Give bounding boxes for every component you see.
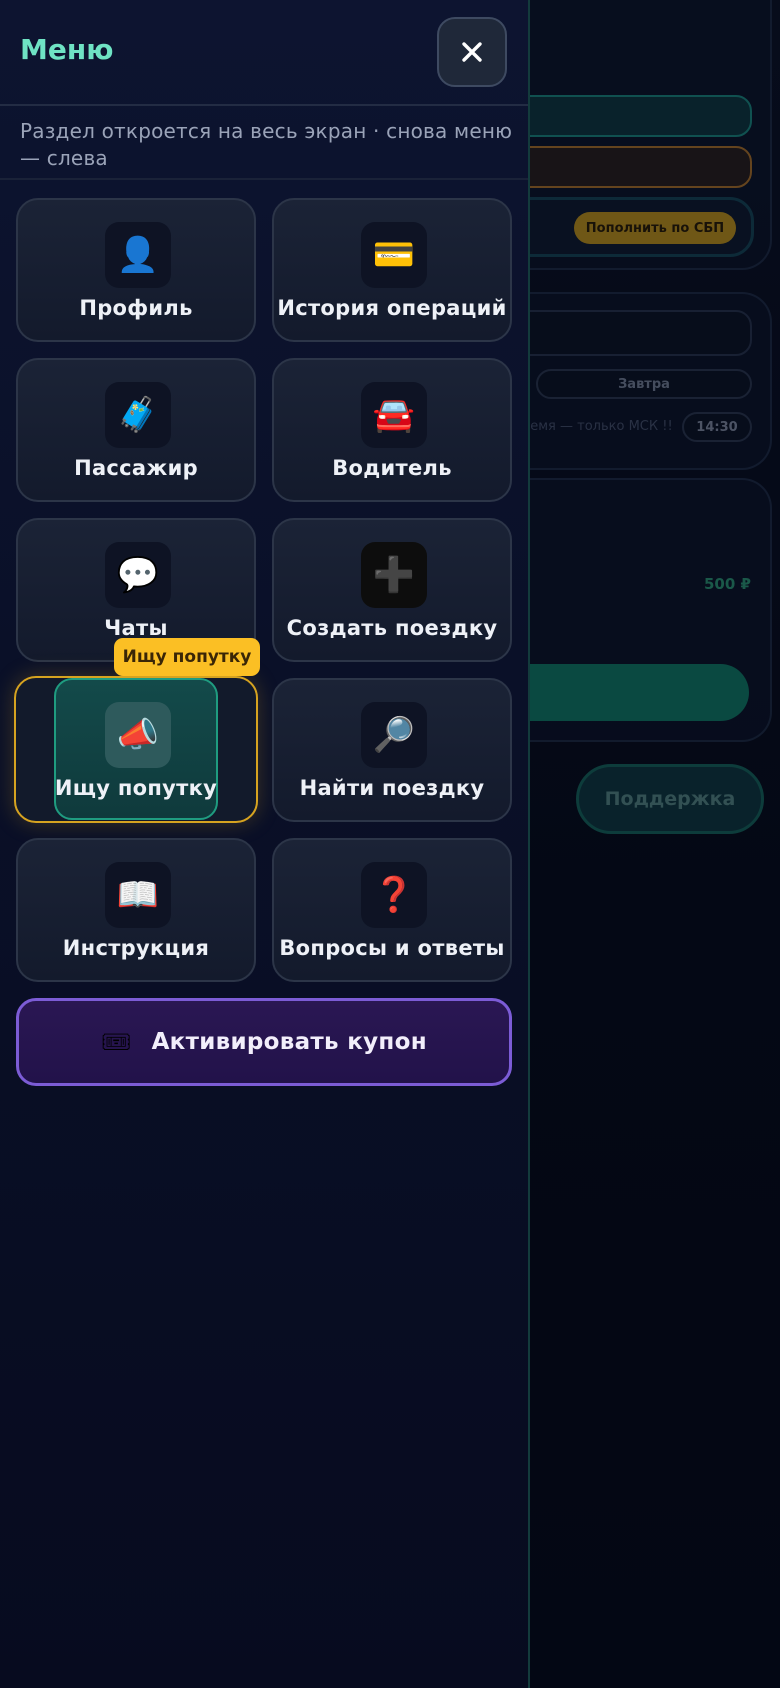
- menu-tile-create-trip[interactable]: ➕ Создать поездку: [272, 518, 512, 662]
- drawer-title: Меню: [20, 33, 114, 66]
- close-button[interactable]: [437, 17, 507, 87]
- app-screen: Пополнить по СБП Завтра ремя — только МС…: [0, 0, 780, 1688]
- close-icon: [462, 42, 482, 62]
- profile-icon: 👤: [105, 222, 171, 288]
- menu-tile-faq[interactable]: ❓ Вопросы и ответы: [272, 838, 512, 982]
- tile-label: Пассажир: [74, 456, 198, 480]
- menu-drawer: Меню Раздел откроется на весь экран · сн…: [0, 0, 530, 1688]
- tile-label: Профиль: [79, 296, 193, 320]
- book-icon: 📖: [105, 862, 171, 928]
- drawer-header: Меню: [0, 0, 528, 106]
- menu-tile-find-trip[interactable]: 🔎 Найти поездку: [272, 678, 512, 822]
- menu-tile-profile[interactable]: 👤 Профиль: [16, 198, 256, 342]
- question-icon: ❓: [361, 862, 427, 928]
- menu-tile-instructions[interactable]: 📖 Инструкция: [16, 838, 256, 982]
- tile-label: Ищу попутку: [54, 776, 218, 800]
- coupon-label: Активировать купон: [151, 1029, 427, 1055]
- tile-label: Создать поездку: [286, 616, 498, 640]
- tile-label: Найти поездку: [299, 776, 485, 800]
- ticket-icon: 🎟: [101, 1028, 132, 1056]
- menu-tile-passenger[interactable]: 🧳 Пассажир: [16, 358, 256, 502]
- tile-label: Водитель: [332, 456, 452, 480]
- plus-icon: ➕: [361, 542, 427, 608]
- activate-coupon-button[interactable]: 🎟 Активировать купон: [16, 998, 512, 1086]
- menu-tile-history[interactable]: 💳 История операций: [272, 198, 512, 342]
- menu-tile-looking-for-ride[interactable]: 📣 Ищу попутку: [14, 676, 258, 823]
- active-tile-tooltip: Ищу попутку: [114, 638, 260, 676]
- credit-card-icon: 💳: [361, 222, 427, 288]
- search-icon: 🔎: [361, 702, 427, 768]
- luggage-icon: 🧳: [105, 382, 171, 448]
- tile-label: Чаты: [104, 616, 168, 640]
- car-icon: 🚘: [361, 382, 427, 448]
- chat-bubble-icon: 💬: [105, 542, 171, 608]
- drawer-hint: Раздел откроется на весь экран · снова м…: [20, 119, 513, 170]
- tile-label: История операций: [277, 296, 507, 320]
- divider: [0, 178, 528, 180]
- tile-label: Инструкция: [62, 936, 210, 960]
- tile-label: Вопросы и ответы: [279, 936, 505, 960]
- menu-tile-driver[interactable]: 🚘 Водитель: [272, 358, 512, 502]
- megaphone-icon: 📣: [105, 702, 171, 768]
